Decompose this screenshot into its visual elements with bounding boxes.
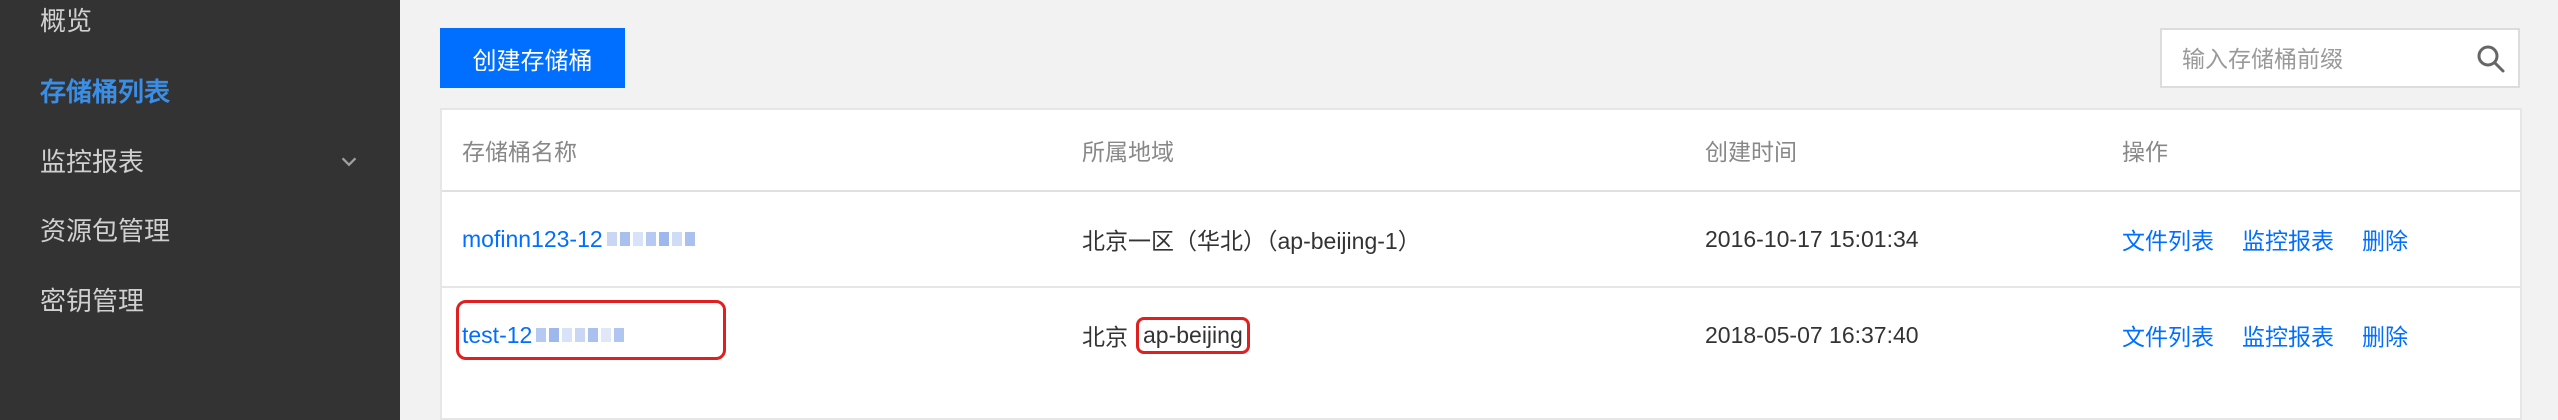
bucket-name-cell: mofinn123-12	[462, 192, 698, 286]
sidebar-item-label: 存储桶列表	[40, 77, 171, 107]
bucket-name-cell: test-12	[456, 288, 726, 382]
column-header-name: 存储桶名称	[462, 139, 577, 165]
actions-cell: 文件列表 监控报表 删除	[2122, 288, 2436, 382]
redacted-mask	[536, 328, 627, 342]
actions-cell: 文件列表 监控报表 删除	[2122, 192, 2436, 286]
chevron-down-icon	[341, 157, 357, 167]
sidebar-item-label: 资源包管理	[40, 216, 171, 246]
bucket-name-link[interactable]: test-12	[462, 322, 532, 349]
column-header-region: 所属地域	[1082, 139, 1174, 165]
sidebar: 概览 存储桶列表 监控报表 资源包管理 密钥管理	[0, 0, 400, 420]
monitoring-link[interactable]: 监控报表	[2242, 222, 2334, 256]
sidebar-item-bucket-list[interactable]: 存储桶列表	[40, 67, 360, 117]
sidebar-item-label: 密钥管理	[40, 286, 145, 316]
bucket-table: 存储桶名称 所属地域 创建时间 操作 mofinn123-12 北京一区（华北）…	[440, 108, 2522, 420]
sidebar-item-monitoring[interactable]: 监控报表	[40, 137, 360, 187]
main-content: 创建存储桶 存储桶名称 所属地域 创建时间 操作 mofinn123-12 北京…	[400, 0, 2558, 420]
file-list-link[interactable]: 文件列表	[2122, 318, 2214, 352]
redacted-mask	[606, 232, 698, 246]
sidebar-item-label: 概览	[40, 6, 93, 36]
create-bucket-button[interactable]: 创建存储桶	[440, 28, 625, 88]
region-prefix: 北京	[1082, 324, 1128, 350]
column-header-actions: 操作	[2122, 139, 2168, 165]
sidebar-item-keys[interactable]: 密钥管理	[40, 276, 360, 326]
search-box	[2160, 28, 2520, 88]
delete-link[interactable]: 删除	[2362, 222, 2408, 256]
search-icon[interactable]	[2476, 44, 2506, 74]
table-row: mofinn123-12 北京一区（华北）（ap-beijing-1） 2016…	[442, 192, 2520, 288]
sidebar-item-overview[interactable]: 概览	[40, 0, 360, 46]
monitoring-link[interactable]: 监控报表	[2242, 318, 2334, 352]
table-header: 存储桶名称 所属地域 创建时间 操作	[442, 110, 2520, 192]
column-header-created: 创建时间	[1705, 139, 1797, 165]
delete-link[interactable]: 删除	[2362, 318, 2408, 352]
bucket-name-link[interactable]: mofinn123-12	[462, 226, 603, 253]
search-input[interactable]	[2162, 30, 2484, 88]
region-cell: 北京一区（华北）（ap-beijing-1）	[1082, 228, 1421, 254]
region-cell: 北京 ap-beijing	[1082, 288, 1250, 382]
sidebar-item-resource-packs[interactable]: 资源包管理	[40, 206, 360, 256]
region-code-highlight: ap-beijing	[1136, 316, 1250, 354]
created-time-cell: 2018-05-07 16:37:40	[1705, 321, 1919, 348]
table-row: test-12 北京 ap-beijing 2018-05-07 16:37:4…	[442, 288, 2520, 382]
file-list-link[interactable]: 文件列表	[2122, 222, 2214, 256]
sidebar-item-label: 监控报表	[40, 147, 145, 177]
created-time-cell: 2016-10-17 15:01:34	[1705, 225, 1919, 252]
